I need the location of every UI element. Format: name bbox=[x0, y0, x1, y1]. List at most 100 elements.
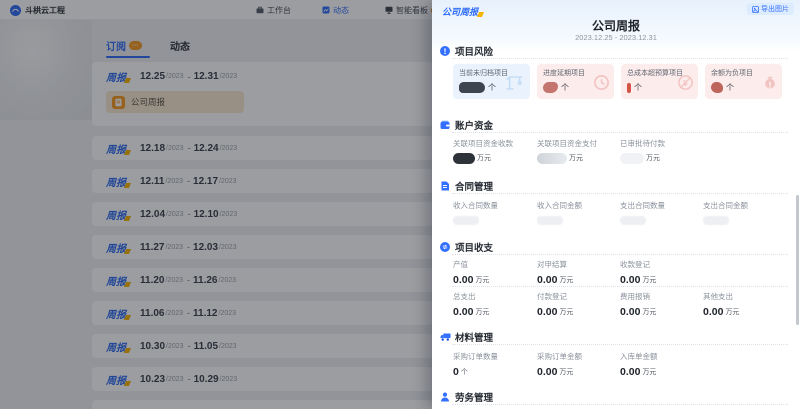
divider bbox=[452, 254, 788, 255]
stat-value: 0.00 bbox=[537, 274, 557, 286]
stat-output-value: 产值 0.00万元 bbox=[453, 259, 489, 286]
risk-card-unit: 个 bbox=[726, 82, 734, 93]
stat-label: 付款登记 bbox=[537, 291, 573, 302]
materials-stats: 采购订单数量 0个 采购订单金额 0.00万元 入库单金额 0.00万元 bbox=[453, 351, 790, 375]
section-contracts-header: 合同管理 bbox=[440, 180, 493, 191]
section-funds-title: 账户资金 bbox=[455, 118, 493, 132]
stat-settlement: 对甲结算 0.00万元 bbox=[537, 259, 573, 286]
stat-unit: 万元 bbox=[725, 307, 739, 318]
stat-income-contract-count: 收入合同数量 bbox=[453, 200, 498, 225]
modal-overlay[interactable] bbox=[0, 0, 432, 409]
drawer-scrollbar[interactable] bbox=[796, 195, 799, 325]
divider bbox=[452, 344, 788, 345]
stat-reimbursement: 费用报销 0.00万元 bbox=[620, 291, 656, 318]
funds-stats: 关联项目资金收款 万元 关联项目资金支付 万元 已审批待付款 万元 bbox=[453, 138, 790, 162]
stat-label: 采购订单数量 bbox=[453, 351, 498, 362]
redacted-value bbox=[453, 153, 475, 164]
weekly-report-drawer: 公司周报 导出图片 公司周报 2023.12.25 - 2023.12.31 项… bbox=[432, 0, 800, 409]
stat-value: 0.00 bbox=[620, 366, 640, 378]
stat-expense-contract-amount: 支出合同金额 bbox=[703, 200, 748, 225]
budget-stats-row2: 总支出 0.00万元 付款登记 0.00万元 费用报销 0.00万元 其他支出 … bbox=[453, 291, 790, 315]
section-materials-header: 材料管理 bbox=[440, 331, 493, 342]
tower-crane-icon bbox=[506, 74, 526, 96]
stat-approved-pending: 已审批待付款 万元 bbox=[620, 138, 665, 164]
redacted-value bbox=[453, 216, 479, 225]
money-bag-icon bbox=[762, 75, 778, 96]
stat-label: 采购订单金额 bbox=[537, 351, 582, 362]
export-image-button[interactable]: 导出图片 bbox=[747, 3, 794, 15]
report-title: 公司周报 bbox=[432, 17, 800, 34]
stat-label: 总支出 bbox=[453, 291, 489, 302]
stat-receipt-registration: 收款登记 0.00万元 bbox=[620, 259, 656, 286]
stat-value: 0.00 bbox=[620, 306, 640, 318]
redacted-value bbox=[620, 216, 646, 225]
stat-value: 0.00 bbox=[453, 306, 473, 318]
stat-label: 收入合同数量 bbox=[453, 200, 498, 211]
stat-funds-received: 关联项目资金收款 万元 bbox=[453, 138, 513, 164]
section-labor-title: 劳务管理 bbox=[455, 390, 493, 404]
stat-unit: 个 bbox=[461, 367, 468, 378]
stat-label: 收款登记 bbox=[620, 259, 656, 270]
risk-card-unit: 个 bbox=[561, 82, 569, 93]
stat-unit: 万元 bbox=[646, 153, 660, 164]
divider bbox=[452, 286, 788, 287]
stat-value: 0 bbox=[453, 366, 459, 378]
stat-value: 0.00 bbox=[537, 306, 557, 318]
report-period: 2023.12.25 - 2023.12.31 bbox=[432, 33, 800, 42]
redacted-value bbox=[711, 82, 723, 93]
stat-income-contract-amount: 收入合同金额 bbox=[537, 200, 582, 225]
divider bbox=[452, 58, 788, 59]
redacted-value bbox=[537, 153, 567, 164]
risk-card-unit: 个 bbox=[488, 82, 496, 93]
stat-label: 对甲结算 bbox=[537, 259, 573, 270]
divider bbox=[452, 132, 788, 133]
section-contracts-title: 合同管理 bbox=[455, 179, 493, 193]
section-labor-header: 劳务管理 bbox=[440, 391, 493, 402]
stat-unit: 万元 bbox=[642, 275, 656, 286]
redacted-value bbox=[620, 153, 644, 164]
risk-card-delayed: 进度延期项目 个 bbox=[537, 64, 614, 99]
stat-total-expense: 总支出 0.00万元 bbox=[453, 291, 489, 318]
stat-unit: 万元 bbox=[642, 367, 656, 378]
section-budget-title: 项目收支 bbox=[455, 240, 493, 254]
section-materials-title: 材料管理 bbox=[455, 330, 493, 344]
stat-label: 关联项目资金支付 bbox=[537, 138, 597, 149]
divider bbox=[452, 404, 788, 405]
contract-doc-icon bbox=[440, 181, 451, 191]
stat-unit: 万元 bbox=[642, 307, 656, 318]
risk-card-unit: 个 bbox=[634, 82, 642, 93]
redacted-value bbox=[703, 216, 729, 225]
stat-value: 0.00 bbox=[703, 306, 723, 318]
redacted-value bbox=[537, 216, 563, 225]
truck-icon bbox=[440, 332, 451, 342]
stat-unit: 万元 bbox=[475, 307, 489, 318]
risk-card-over-budget: 总成本超预算项目 个 ¥ bbox=[621, 64, 698, 99]
stat-unit: 万元 bbox=[475, 275, 489, 286]
stat-label: 其他支出 bbox=[703, 291, 739, 302]
stat-value: 0.00 bbox=[453, 274, 473, 286]
stat-label: 产值 bbox=[453, 259, 489, 270]
budget-stats-row1: 产值 0.00万元 对甲结算 0.00万元 收款登记 0.00万元 bbox=[453, 259, 790, 283]
screen: 斗栱云工程 工作台 动态 智能看板 ··· 订阅 ··· 动态 周报 12.25… bbox=[0, 0, 800, 409]
stat-unit: 万元 bbox=[477, 153, 491, 164]
export-image-label: 导出图片 bbox=[761, 4, 789, 14]
section-funds-header: 账户资金 bbox=[440, 119, 493, 130]
yen-over-budget-icon: ¥ bbox=[677, 74, 694, 96]
wallet-icon bbox=[440, 120, 451, 130]
divider bbox=[452, 193, 788, 194]
stat-label: 收入合同金额 bbox=[537, 200, 582, 211]
stat-expense-contract-count: 支出合同数量 bbox=[620, 200, 665, 225]
risk-cards: 当前未归档项目 个 进度延期项目 个 总成本超预算项目 个 ¥ 余额为负项目 个 bbox=[453, 64, 782, 99]
person-icon bbox=[440, 392, 451, 402]
stat-purchase-order-count: 采购订单数量 0个 bbox=[453, 351, 498, 378]
section-risk-title: 项目风险 bbox=[455, 44, 493, 58]
stat-value: 0.00 bbox=[537, 366, 557, 378]
stat-unit: 万元 bbox=[569, 153, 583, 164]
section-budget-header: 项目收支 bbox=[440, 241, 493, 252]
stat-inbound-amount: 入库单金额 0.00万元 bbox=[620, 351, 658, 378]
income-expense-icon bbox=[440, 242, 451, 252]
section-risk-header: 项目风险 bbox=[440, 45, 493, 56]
stat-label: 已审批待付款 bbox=[620, 138, 665, 149]
stat-label: 关联项目资金收款 bbox=[453, 138, 513, 149]
redacted-value bbox=[543, 82, 558, 93]
